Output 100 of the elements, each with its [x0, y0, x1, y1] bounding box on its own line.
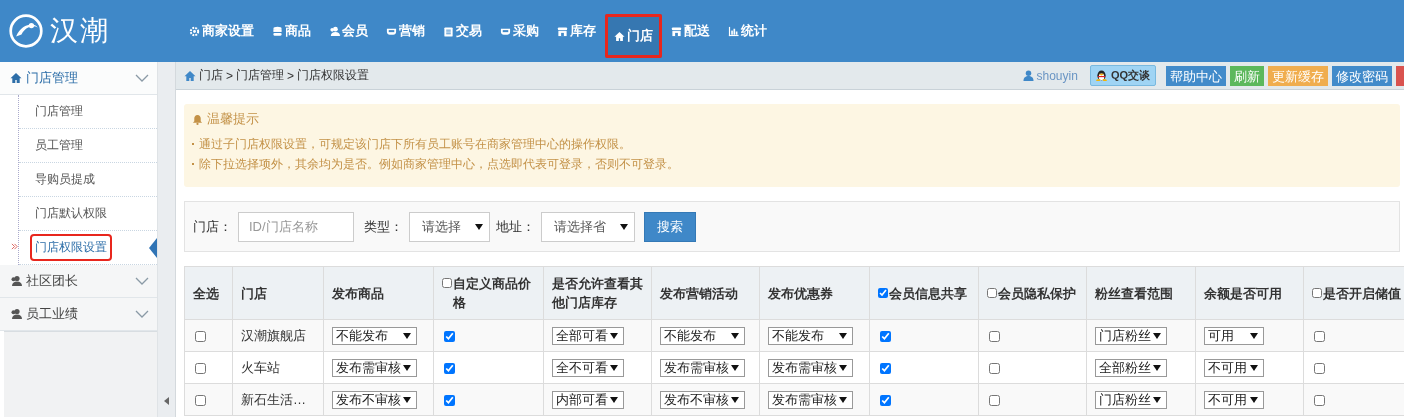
checkbox[interactable] [989, 395, 1000, 407]
field-label: 地址： [496, 217, 535, 236]
checkbox[interactable] [880, 331, 891, 343]
checkbox[interactable] [1312, 287, 1322, 298]
sidebar-item[interactable]: 员工管理 [32, 134, 86, 157]
dropdown[interactable]: 发布不审核 [332, 390, 417, 409]
breadcrumb-link[interactable]: 门店管理 [236, 67, 284, 84]
breadcrumb-link[interactable]: 门店权限设置 [297, 67, 370, 84]
nav-tab[interactable]: 采购 [491, 0, 548, 62]
dropdown[interactable]: 全部可看 [552, 326, 624, 345]
dropdown[interactable]: 不可用 [1204, 390, 1264, 409]
nav-tab[interactable]: 会员 [320, 0, 377, 62]
user-icon [329, 25, 340, 37]
sidebar-item[interactable]: 门店权限设置 [32, 236, 110, 259]
dropdown[interactable]: 不能发布 [332, 326, 417, 345]
checkbox[interactable] [444, 363, 455, 375]
address-dropdown[interactable]: 请选择省 [541, 211, 635, 242]
column-header: 自定义商品价格 [453, 275, 532, 312]
dropdown[interactable]: 门店粉丝 [1095, 390, 1167, 409]
caret-icon [1250, 332, 1258, 339]
store-icon [557, 25, 568, 37]
sidebar-group[interactable]: 员工业绩 [0, 298, 157, 331]
nav-tab[interactable]: 营销 [377, 0, 434, 62]
search-button[interactable]: 搜索 [644, 211, 696, 242]
checkbox[interactable] [444, 331, 455, 343]
checkbox[interactable] [878, 287, 888, 298]
checkbox[interactable] [1314, 363, 1325, 375]
type-dropdown[interactable]: 请选择 [409, 211, 490, 242]
checkbox[interactable] [987, 287, 997, 298]
home-icon [184, 69, 196, 82]
collapse-arrow-icon [164, 397, 169, 405]
dropdown[interactable]: 全不可看 [552, 358, 624, 377]
column-header: 发布营销活动 [660, 284, 738, 303]
checkbox[interactable] [989, 363, 1000, 375]
caret-icon [1250, 396, 1258, 403]
user-icon [1022, 70, 1034, 81]
checkbox[interactable] [880, 363, 891, 375]
dropdown[interactable]: 全部粉丝 [1095, 358, 1167, 377]
sidebar-item[interactable]: 门店管理 [32, 100, 86, 123]
caret-icon [403, 364, 411, 371]
nav-tab[interactable]: 门店 [605, 14, 662, 58]
home-icon [614, 30, 625, 42]
dropdown[interactable]: 发布需审核 [768, 358, 853, 377]
checkbox[interactable] [1314, 395, 1325, 407]
dropdown[interactable]: 门店粉丝 [1095, 326, 1167, 345]
dropdown[interactable]: 内部可看 [552, 390, 624, 409]
logo-icon [8, 13, 44, 49]
dropdown[interactable]: 不可用 [1204, 358, 1264, 377]
chat-button[interactable]: QQ交谈 [1089, 65, 1156, 86]
dropdown[interactable]: 发布需审核 [332, 358, 417, 377]
checkbox[interactable] [442, 278, 452, 288]
clipboard-icon [443, 25, 454, 37]
nav-tab[interactable]: 配送 [662, 0, 719, 62]
checkbox[interactable] [989, 331, 1000, 343]
column-header: 门店 [241, 284, 267, 303]
gear-icon [189, 25, 200, 37]
nav-tab[interactable]: 库存 [548, 0, 605, 62]
sidebar-item[interactable]: 门店默认权限 [32, 202, 110, 225]
nav-tab[interactable]: 统计 [719, 0, 776, 62]
checkbox[interactable] [195, 331, 206, 343]
tips-title: 温馨提示 [207, 110, 259, 128]
checkbox[interactable] [444, 395, 455, 407]
toolbar-button[interactable]: 修改密码 [1332, 65, 1392, 86]
dropdown[interactable]: 不能发布 [660, 326, 745, 345]
caret-icon [731, 364, 739, 371]
nav-tab[interactable]: 商家设置 [180, 0, 263, 62]
nav-tab[interactable]: 交易 [434, 0, 491, 62]
table-cell: 汉潮旗舰店 [241, 327, 306, 343]
caret-icon [403, 396, 411, 403]
toolbar-button[interactable] [1396, 65, 1404, 86]
dropdown[interactable]: 不能发布 [768, 326, 853, 345]
bar-chart-icon [728, 25, 739, 37]
group-label: 员工业绩 [26, 305, 79, 323]
breadcrumb-link[interactable]: 门店 [199, 67, 223, 84]
checkbox[interactable] [195, 395, 206, 407]
dropdown[interactable]: 发布需审核 [660, 358, 745, 377]
checkbox[interactable] [195, 363, 206, 375]
caret-icon [610, 364, 618, 371]
caret-icon [1153, 396, 1161, 403]
nav-tab[interactable]: 商品 [263, 0, 320, 62]
sidebar-group[interactable]: 门店管理 [0, 62, 157, 95]
tip-text: 通过子门店权限设置，可规定该门店下所有员工账号在商家管理中心的操作权限。 [199, 137, 631, 152]
sidebar-item[interactable]: 导购员提成 [32, 168, 98, 191]
search-field[interactable]: ID/门店名称 [238, 211, 354, 242]
dropdown[interactable]: 发布不审核 [660, 390, 745, 409]
group-label: 门店管理 [26, 69, 79, 87]
checkbox[interactable] [880, 395, 891, 407]
dropdown[interactable]: 发布需审核 [768, 390, 853, 409]
caret-icon [839, 364, 847, 371]
checkbox[interactable] [1314, 331, 1325, 343]
column-header: 是否开启储值 [1323, 284, 1401, 303]
table-cell: 火车站 [241, 359, 280, 375]
dropdown[interactable]: 可用 [1204, 326, 1264, 345]
double-chevron-icon [11, 243, 18, 250]
toolbar-button[interactable]: 帮助中心 [1166, 65, 1226, 86]
chevron-icon [135, 74, 149, 82]
sidebar-group[interactable]: 社区团长 [0, 265, 157, 298]
penguin-icon [1095, 69, 1107, 82]
table-cell: 新石生活… [241, 391, 306, 407]
caret-icon [1250, 364, 1258, 371]
